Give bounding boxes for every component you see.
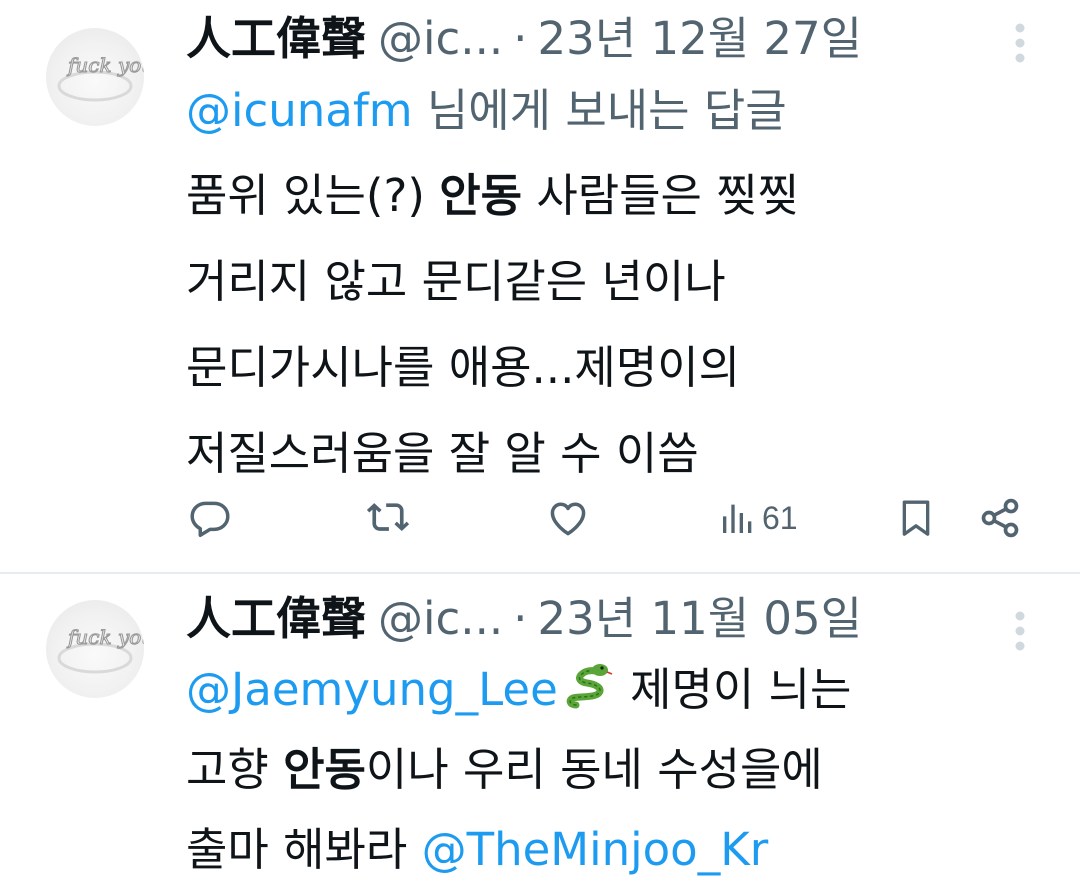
user-handle[interactable]: @ic... [378, 592, 503, 645]
tweet-text-line: 품위 있는(?) 안동 사람들은 찢찢 [186, 153, 799, 239]
bookmark-button[interactable] [896, 486, 936, 550]
text-segment: 제명이 늬는 [615, 663, 852, 716]
separator-dot: · [513, 592, 528, 645]
bookmark-icon [902, 500, 930, 536]
mention-link[interactable]: @TheMinjoo_Kr [422, 823, 769, 876]
tweet-date[interactable]: 23년 12월 27일 [537, 12, 862, 65]
display-name[interactable]: 人工偉聲 [186, 12, 366, 65]
highlighted-keyword: 안동 [283, 743, 366, 796]
tweet-text-line: 고향 안동이나 우리 동네 수성을에 [186, 730, 851, 810]
snake-emoji [562, 658, 616, 712]
highlighted-keyword: 안동 [439, 169, 523, 222]
tweet-text-line: 거리지 않고 문디같은 년이나 [186, 255, 726, 308]
views-icon [723, 504, 752, 533]
tweet-text-line: 저질스러움을 잘 알 수 이씀 [186, 427, 699, 480]
replying-to: @icunafm 님에게 보내는 답글 [186, 78, 787, 144]
tweet-actions: 61 [0, 486, 1080, 550]
tweet-text: @Jaemyung_Lee 제명이 늬는 고향 안동이나 우리 동네 수성을에 … [186, 650, 851, 890]
share-icon [981, 498, 1019, 538]
text-segment: 이나 우리 동네 수성을에 [365, 743, 823, 796]
reply-mention-link[interactable]: @icunafm [186, 84, 413, 137]
reply-button[interactable] [188, 486, 232, 550]
avatar-ring-text: fuck you [66, 53, 144, 77]
tweet-text: 품위 있는(?) 안동 사람들은 찢찢 거리지 않고 문디같은 년이나 문디가시… [186, 153, 799, 497]
tweet-date[interactable]: 23년 11월 05일 [537, 592, 862, 645]
tweet-header: 人工偉聲 @ic... · 23년 12월 27일 [186, 6, 966, 72]
user-handle[interactable]: @ic... [378, 12, 503, 65]
avatar-ring-image: fuck you [57, 624, 144, 674]
views-count: 61 [762, 499, 798, 536]
reply-to-suffix: 님에게 보내는 답글 [412, 84, 787, 137]
avatar[interactable]: fuck you [46, 600, 144, 698]
avatar-ring-text: fuck you [66, 625, 144, 649]
retweet-icon [366, 503, 410, 532]
tweet-text-line: 문디가시나를 애용...제명이의 [186, 341, 741, 394]
tweet[interactable]: fuck you 人工偉聲@ic...·23년 11월 05일 @Jaemyun… [0, 574, 1080, 884]
text-segment: 고향 [186, 743, 284, 796]
tweet-text-line: 출마 해봐라 @TheMinjoo_Kr [186, 810, 851, 890]
views-button[interactable]: 61 [718, 486, 798, 550]
tweet[interactable]: fuck you 人工偉聲@ic...·23년 12월 27일 @icunafm… [0, 0, 1080, 572]
text-segment: 출마 해봐라 [186, 823, 422, 876]
display-name[interactable]: 人工偉聲 [186, 592, 366, 645]
share-button[interactable] [978, 486, 1022, 550]
tweet-header: 人工偉聲 @ic... · 23년 11월 05일 [186, 586, 966, 652]
retweet-button[interactable] [365, 486, 411, 550]
like-icon [550, 502, 586, 536]
more-options-icon[interactable] [1006, 606, 1034, 656]
mention-link[interactable]: @Jaemyung_Lee [186, 663, 558, 716]
more-options-icon[interactable] [1006, 18, 1034, 68]
avatar[interactable]: fuck you [46, 28, 144, 126]
text-segment: 품위 있는(?) [186, 169, 440, 222]
separator-dot: · [513, 12, 528, 65]
tweet-text-line: @Jaemyung_Lee 제명이 늬는 [186, 650, 851, 730]
reply-icon [190, 501, 230, 537]
text-segment: 사람들은 찢찢 [522, 169, 800, 222]
like-button[interactable] [546, 486, 590, 550]
avatar-ring-image: fuck you [57, 52, 144, 102]
